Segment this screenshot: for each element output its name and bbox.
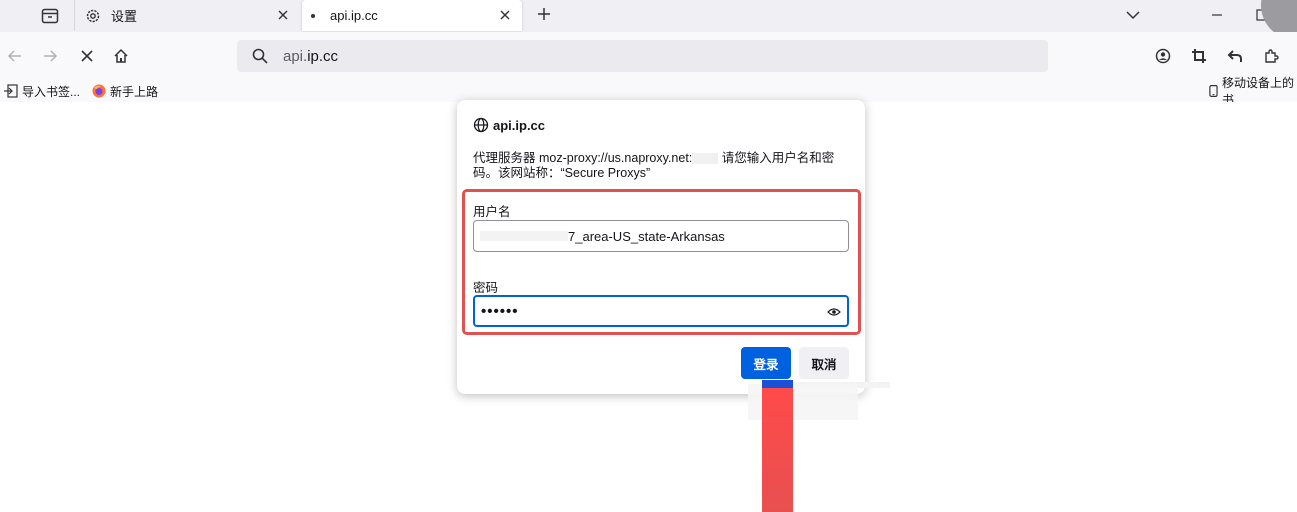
dialog-host: api.ip.cc (493, 117, 546, 133)
bookmark-label: 新手上路 (110, 84, 159, 99)
gear-icon (86, 9, 100, 22)
arrow-left-icon (7, 50, 21, 62)
username-field[interactable]: 7_area-US_state-Arkansas (473, 220, 849, 252)
address-bar[interactable]: api.ip.cc (237, 40, 1048, 72)
home-button[interactable] (109, 44, 133, 68)
url-text: api.ip.cc (283, 48, 338, 65)
import-icon (4, 84, 18, 98)
login-button[interactable]: 登录 (741, 347, 791, 379)
extensions-button[interactable] (1259, 44, 1283, 68)
dialog-title: api.ip.cc (473, 117, 545, 133)
tab-bar: 设置 api.ip.cc (0, 0, 1297, 40)
close-icon[interactable] (276, 8, 290, 22)
tab-label: api.ip.cc (330, 8, 378, 23)
puzzle-icon (1265, 49, 1279, 63)
password-field[interactable]: •••••• (473, 295, 849, 327)
undo-arrow-icon (1227, 50, 1242, 62)
annotation-arrow (762, 388, 793, 512)
navigation-toolbar: api.ip.cc (0, 32, 1297, 80)
plus-icon (538, 8, 550, 20)
stop-button[interactable] (75, 44, 99, 68)
tab-api-ip-cc[interactable]: api.ip.cc (302, 0, 522, 31)
chevron-down-icon (1126, 11, 1140, 20)
tab-overflow-button[interactable] (1111, 0, 1155, 30)
minimize-button[interactable] (1195, 0, 1239, 30)
url-host: ip.cc (307, 47, 339, 65)
back-button[interactable] (3, 44, 27, 68)
screenshot-button[interactable] (1187, 44, 1211, 68)
close-icon[interactable] (498, 8, 512, 22)
username-label: 用户名 (473, 205, 511, 219)
globe-icon (473, 117, 489, 133)
account-icon (1155, 48, 1171, 64)
cancel-button[interactable]: 取消 (799, 347, 849, 379)
dialog-message: 代理服务器 moz-proxy://us.naproxy.net: 请您输入用户… (473, 151, 849, 181)
username-value: 7_area-US_state-Arkansas (568, 228, 725, 244)
bookmark-getting-started[interactable]: 新手上路 (92, 82, 158, 100)
tab-label: 设置 (111, 9, 138, 24)
bookmark-label: 导入书签... (22, 84, 81, 99)
url-prefix: api. (283, 47, 308, 65)
tab-list-button[interactable] (30, 4, 70, 28)
show-password-eye-icon[interactable] (827, 305, 841, 319)
redacted-port (692, 153, 719, 165)
bookmarks-toolbar: 导入书签... 新手上路 移动设备上的书 (0, 76, 1297, 107)
bookmark-import[interactable]: 导入书签... (4, 82, 80, 100)
firefox-logo-icon (92, 84, 106, 98)
mobile-device-icon (1209, 85, 1218, 97)
arrow-right-icon (44, 50, 58, 62)
dialog-message-part1: 代理服务器 moz-proxy://us.naproxy.net: (473, 151, 693, 165)
bookmark-mobile[interactable]: 移动设备上的书 (1209, 76, 1297, 107)
password-value: •••••• (481, 302, 519, 320)
forward-button[interactable] (38, 44, 62, 68)
crop-icon (1192, 49, 1206, 63)
tab-settings[interactable]: 设置 (74, 0, 300, 31)
close-icon (81, 50, 93, 62)
loading-dot-icon (311, 13, 315, 18)
home-icon (114, 48, 128, 63)
search-icon (252, 48, 268, 64)
account-button[interactable] (1151, 44, 1175, 68)
redacted-username-prefix (480, 231, 568, 241)
undo-button[interactable] (1223, 44, 1247, 68)
password-label: 密码 (473, 281, 499, 295)
new-tab-button[interactable] (533, 6, 555, 26)
minimize-icon (1212, 14, 1222, 16)
proxy-auth-dialog: api.ip.cc 代理服务器 moz-proxy://us.naproxy.n… (457, 100, 865, 394)
archive-box-icon (41, 8, 59, 24)
